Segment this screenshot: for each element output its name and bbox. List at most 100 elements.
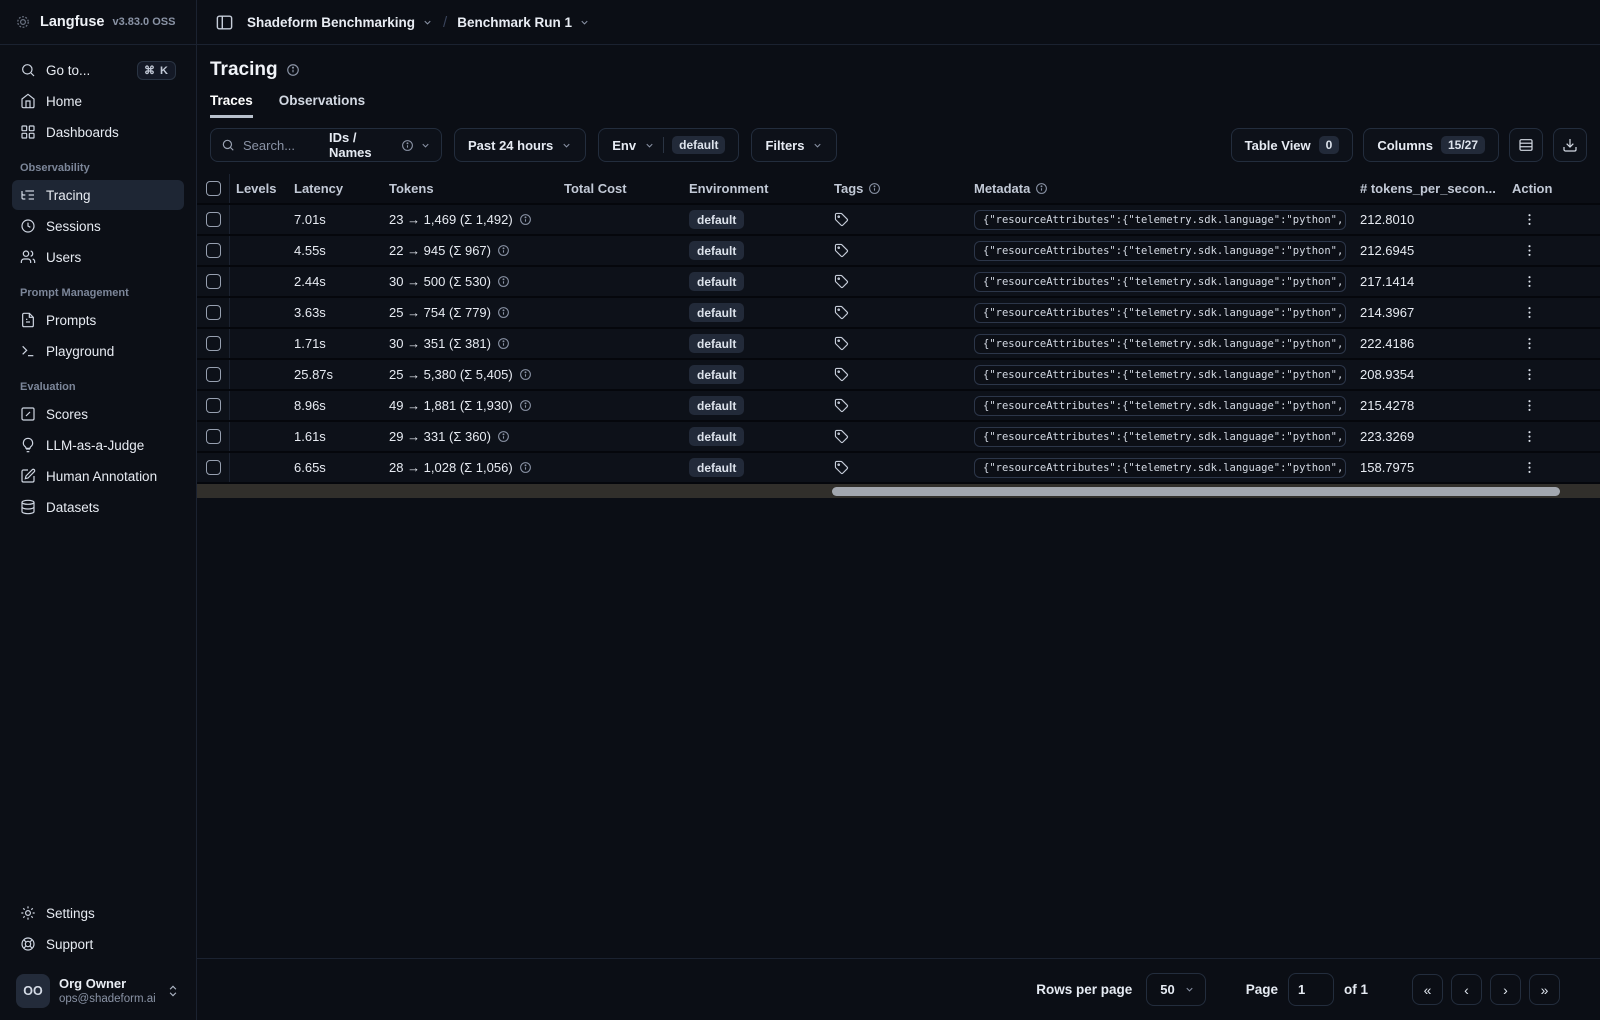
kebab-menu-icon[interactable] [1522,305,1537,320]
info-icon[interactable] [497,275,510,288]
table-row[interactable]: 4.55s 22 → 945 (Σ 967) default {"resourc… [197,236,1600,267]
metadata-value[interactable]: {"resourceAttributes":{"telemetry.sdk.la… [974,209,1346,230]
kebab-menu-icon[interactable] [1522,212,1537,227]
metadata-value[interactable]: {"resourceAttributes":{"telemetry.sdk.la… [974,333,1346,354]
info-icon[interactable] [497,306,510,319]
tag-icon[interactable] [834,398,849,413]
sidebar-item-scores[interactable]: Scores [12,399,184,429]
row-height-button[interactable] [1509,128,1543,162]
last-page-button[interactable]: » [1529,974,1560,1005]
tag-icon[interactable] [834,305,849,320]
metadata-value[interactable]: {"resourceAttributes":{"telemetry.sdk.la… [974,271,1346,292]
sidebar-toggle-button[interactable] [211,9,237,35]
row-checkbox[interactable] [206,274,221,289]
sidebar-item-tracing[interactable]: Tracing [12,180,184,210]
row-checkbox[interactable] [206,460,221,475]
sidebar-item-settings[interactable]: Settings [12,898,184,928]
metadata-value[interactable]: {"resourceAttributes":{"telemetry.sdk.la… [974,426,1346,447]
first-page-button[interactable]: « [1412,974,1443,1005]
kebab-menu-icon[interactable] [1522,367,1537,382]
org-breadcrumb[interactable]: Shadeform Benchmarking [247,15,433,30]
kebab-menu-icon[interactable] [1522,460,1537,475]
row-checkbox[interactable] [206,336,221,351]
kebab-menu-icon[interactable] [1522,274,1537,289]
search-mode-select[interactable]: IDs / Names [329,130,431,160]
table-row[interactable]: 8.96s 49 → 1,881 (Σ 1,930) default {"res… [197,391,1600,422]
tab-observations[interactable]: Observations [279,93,365,118]
tab-traces[interactable]: Traces [210,93,253,118]
tag-icon[interactable] [834,336,849,351]
column-header-total-cost[interactable]: Total Cost [558,181,683,196]
metadata-value[interactable]: {"resourceAttributes":{"telemetry.sdk.la… [974,302,1346,323]
tag-icon[interactable] [834,212,849,227]
metadata-value[interactable]: {"resourceAttributes":{"telemetry.sdk.la… [974,457,1346,478]
rows-per-page-select[interactable]: 50 [1146,973,1206,1006]
row-checkbox[interactable] [206,243,221,258]
next-page-button[interactable]: › [1490,974,1521,1005]
info-icon[interactable] [497,337,510,350]
info-icon[interactable] [286,63,300,77]
table-row[interactable]: 3.63s 25 → 754 (Σ 779) default {"resourc… [197,298,1600,329]
column-header-tags[interactable]: Tags [828,181,968,196]
tag-icon[interactable] [834,429,849,444]
column-header-latency[interactable]: Latency [288,181,383,196]
info-icon[interactable] [519,399,532,412]
table-view-button[interactable]: Table View 0 [1230,128,1354,162]
info-icon[interactable] [497,430,510,443]
sidebar-item-support[interactable]: Support [12,929,184,959]
search-input[interactable] [243,137,321,153]
sidebar-item-human-annotation[interactable]: Human Annotation [12,461,184,491]
horizontal-scrollbar[interactable] [197,484,1600,498]
table-row[interactable]: 1.71s 30 → 351 (Σ 381) default {"resourc… [197,329,1600,360]
user-menu[interactable]: OO Org Owner ops@shadeform.ai [12,968,184,1012]
kebab-menu-icon[interactable] [1522,243,1537,258]
kebab-menu-icon[interactable] [1522,336,1537,351]
filters-button[interactable]: Filters [751,128,838,162]
table-row[interactable]: 25.87s 25 → 5,380 (Σ 5,405) default {"re… [197,360,1600,391]
table-row[interactable]: 6.65s 28 → 1,028 (Σ 1,056) default {"res… [197,453,1600,484]
env-filter-select[interactable]: Env default [598,128,740,162]
row-checkbox[interactable] [206,305,221,320]
sidebar-item-playground[interactable]: Playground [12,336,184,366]
columns-button[interactable]: Columns 15/27 [1363,128,1499,162]
row-checkbox[interactable] [206,429,221,444]
sidebar-item-users[interactable]: Users [12,242,184,272]
sidebar-item-prompts[interactable]: Prompts [12,305,184,335]
info-icon[interactable] [497,244,510,257]
column-header-tokens-per-second[interactable]: # tokens_per_secon... [1354,181,1506,196]
sidebar-item-dashboards[interactable]: Dashboards [12,117,184,147]
sidebar-item-home[interactable]: Home [12,86,184,116]
tag-icon[interactable] [834,460,849,475]
column-header-metadata[interactable]: Metadata [968,181,1354,196]
metadata-value[interactable]: {"resourceAttributes":{"telemetry.sdk.la… [974,395,1346,416]
metadata-value[interactable]: {"resourceAttributes":{"telemetry.sdk.la… [974,364,1346,385]
table-row[interactable]: 2.44s 30 → 500 (Σ 530) default {"resourc… [197,267,1600,298]
table-row[interactable]: 1.61s 29 → 331 (Σ 360) default {"resourc… [197,422,1600,453]
sidebar-item-sessions[interactable]: Sessions [12,211,184,241]
info-icon[interactable] [519,368,532,381]
column-header-environment[interactable]: Environment [683,181,828,196]
kebab-menu-icon[interactable] [1522,429,1537,444]
metadata-value[interactable]: {"resourceAttributes":{"telemetry.sdk.la… [974,240,1346,261]
tag-icon[interactable] [834,274,849,289]
row-checkbox[interactable] [206,212,221,227]
table-row[interactable]: 7.01s 23 → 1,469 (Σ 1,492) default {"res… [197,205,1600,236]
sidebar-item-goto[interactable]: Go to... ⌘ K [12,55,184,85]
tag-icon[interactable] [834,367,849,382]
scrollbar-thumb[interactable] [832,486,1560,496]
column-header-levels[interactable]: Levels [230,181,288,196]
sidebar-item-llm-judge[interactable]: LLM-as-a-Judge [12,430,184,460]
page-number-input[interactable] [1287,973,1334,1006]
column-header-tokens[interactable]: Tokens [383,181,558,196]
kebab-menu-icon[interactable] [1522,398,1537,413]
project-breadcrumb[interactable]: Benchmark Run 1 [457,15,590,30]
info-icon[interactable] [519,461,532,474]
select-all-checkbox[interactable] [206,181,221,196]
export-button[interactable] [1553,128,1587,162]
tag-icon[interactable] [834,243,849,258]
previous-page-button[interactable]: ‹ [1451,974,1482,1005]
row-checkbox[interactable] [206,398,221,413]
info-icon[interactable] [519,213,532,226]
sidebar-item-datasets[interactable]: Datasets [12,492,184,522]
time-range-select[interactable]: Past 24 hours [454,128,587,162]
